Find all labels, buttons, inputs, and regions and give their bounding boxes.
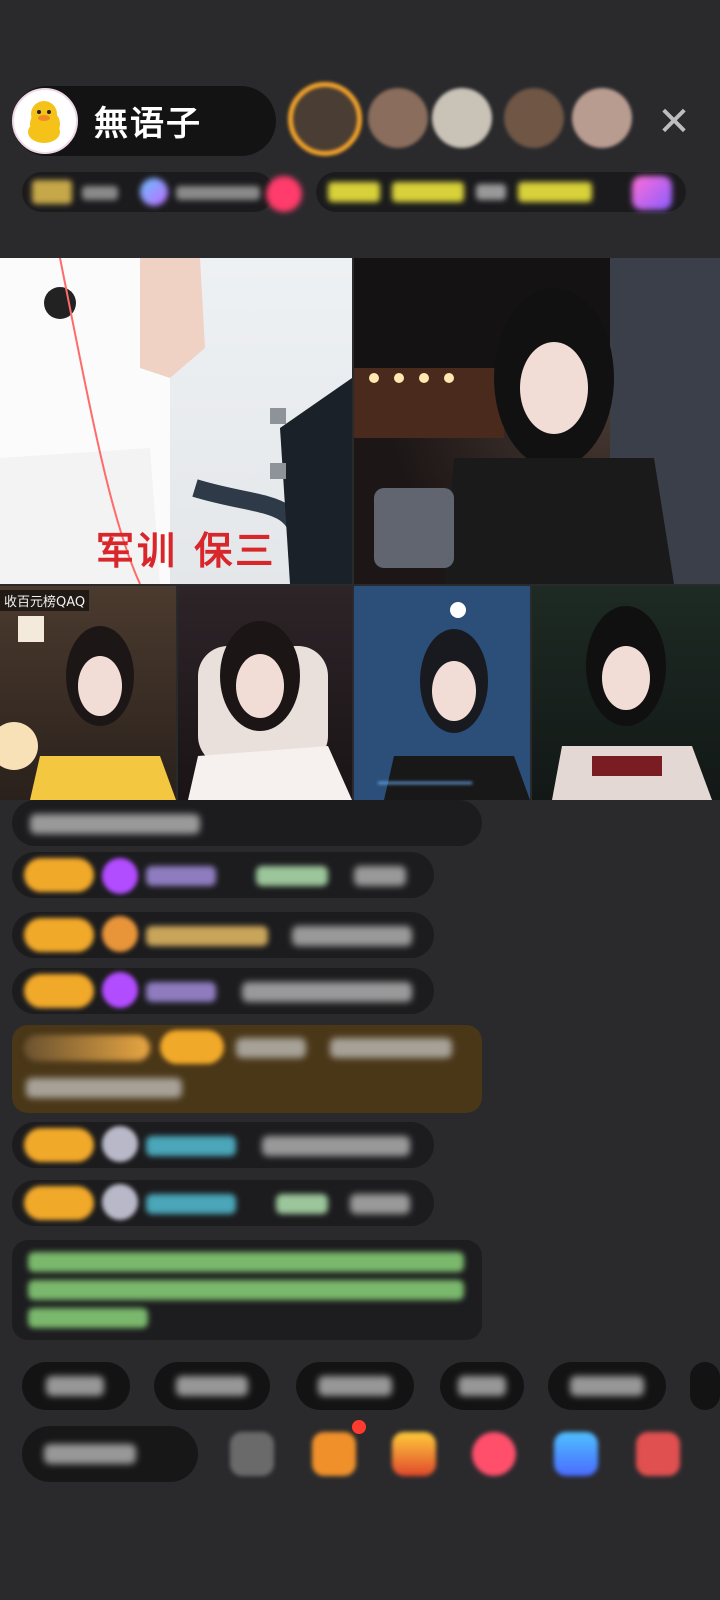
quick-chip-label	[46, 1376, 104, 1396]
chat-username[interactable]	[146, 982, 216, 1002]
gift-box-icon[interactable]	[392, 1432, 436, 1476]
vip-badge	[24, 1035, 150, 1061]
emoji-icon[interactable]	[230, 1432, 274, 1476]
level-badge	[24, 1186, 94, 1220]
chat-text	[236, 1038, 306, 1058]
chat-text	[26, 1078, 182, 1098]
chat-text	[262, 1136, 410, 1156]
stream-tile[interactable]	[532, 586, 720, 800]
level-badge	[24, 1128, 94, 1162]
stream-scene	[552, 606, 712, 800]
host-name: 無语子	[94, 104, 202, 144]
level-badge	[160, 1030, 224, 1064]
badge-icon[interactable]	[632, 176, 672, 210]
chat-username[interactable]	[146, 1136, 236, 1156]
more-icon[interactable]	[636, 1432, 680, 1476]
stream-caption: 军训 保三	[96, 529, 277, 573]
chat-username[interactable]	[276, 1194, 328, 1214]
chat-text	[350, 1194, 410, 1214]
stream-scene	[354, 586, 530, 800]
stream-tile[interactable]	[0, 586, 176, 800]
quick-chip[interactable]	[690, 1362, 720, 1410]
quick-chip-label	[458, 1376, 506, 1396]
stream-tile-main-right[interactable]	[354, 258, 720, 584]
stream-scene	[354, 258, 720, 584]
viewer-avatar[interactable]	[572, 88, 632, 148]
chat-text	[354, 866, 406, 886]
chat-text	[292, 926, 412, 946]
gem-icon	[102, 972, 138, 1008]
chat-text	[30, 814, 200, 834]
stream-tile[interactable]	[354, 586, 530, 800]
level-badge	[24, 974, 94, 1008]
stream-scene	[0, 616, 176, 800]
gift-icon[interactable]	[266, 176, 302, 212]
viewer-avatar[interactable]	[368, 88, 428, 148]
quick-chip-label	[570, 1376, 644, 1396]
level-badge	[24, 918, 94, 952]
notice-text	[28, 1308, 148, 1328]
chat-username[interactable]	[256, 866, 328, 886]
notice-text	[28, 1252, 464, 1272]
banner-chip	[392, 182, 464, 202]
notification-dot	[352, 1420, 366, 1434]
viewer-avatar[interactable]	[288, 82, 362, 156]
activity-icon[interactable]	[312, 1432, 356, 1476]
user-avatar-icon	[102, 1126, 138, 1162]
rank-icon	[32, 180, 72, 204]
chat-text	[330, 1038, 452, 1058]
viewer-avatar[interactable]	[432, 88, 492, 148]
viewer-avatar[interactable]	[504, 88, 564, 148]
quick-chip-label	[176, 1376, 248, 1396]
stat-text	[82, 186, 118, 200]
level-icon	[140, 178, 168, 206]
fan-icon	[102, 916, 138, 952]
stream-scene	[188, 621, 352, 800]
duck-avatar-icon	[28, 101, 60, 143]
stream-label: 收百元榜QAQ	[0, 590, 90, 611]
banner-chip	[328, 182, 380, 202]
stream-tile[interactable]	[178, 586, 352, 800]
level-badge	[24, 858, 94, 892]
banner-chip	[518, 182, 592, 202]
user-avatar-icon	[102, 1184, 138, 1220]
gem-icon	[102, 858, 138, 894]
quick-chip-label	[318, 1376, 392, 1396]
chat-input-placeholder	[44, 1444, 136, 1464]
chat-username[interactable]	[146, 926, 268, 946]
notice-text	[28, 1280, 464, 1300]
chat-username[interactable]	[146, 1194, 236, 1214]
wish-icon[interactable]	[472, 1432, 516, 1476]
banner-text	[476, 184, 506, 200]
chat-username[interactable]	[146, 866, 216, 886]
chat-text	[242, 982, 412, 1002]
stat-text	[176, 186, 260, 200]
close-icon[interactable]: ✕	[652, 100, 696, 144]
stream-overlay-text: ━━━━━━━━━━━━━	[378, 776, 472, 790]
game-icon[interactable]	[554, 1432, 598, 1476]
